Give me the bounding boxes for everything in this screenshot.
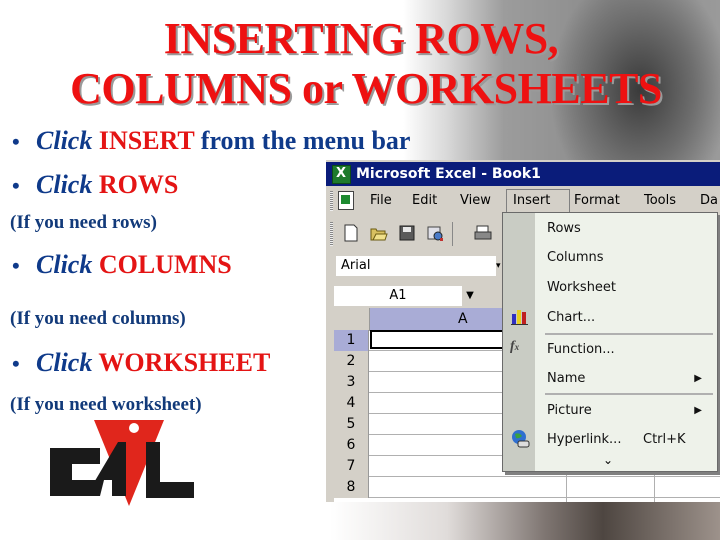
row-header[interactable]: 7 (334, 456, 369, 477)
bullet-worksheet: • Click WORKSHEET (12, 348, 271, 377)
menu-file[interactable]: File (370, 193, 392, 208)
toolbar-separator (452, 222, 453, 246)
bullet-dot: • (12, 129, 20, 154)
bullet-columns: • Click COLUMNS (12, 250, 232, 279)
excel-title-bar[interactable]: Microsoft Excel - Book1 (326, 162, 720, 186)
save-disk-icon[interactable] (398, 224, 416, 242)
standard-toolbar (326, 218, 506, 250)
menu-separator (545, 333, 713, 335)
active-cell-a1[interactable] (370, 330, 512, 349)
row-header[interactable]: 5 (334, 414, 369, 435)
submenu-arrow-icon: ▶ (694, 373, 702, 384)
cal-logo (50, 420, 194, 506)
bullet-insert: • Click INSERT from the menu bar (12, 126, 411, 155)
select-all-corner[interactable] (334, 308, 370, 331)
menu-item-name[interactable]: Name ▶ (547, 368, 712, 390)
hyperlink-globe-icon (512, 430, 530, 448)
menu-view[interactable]: View (460, 193, 491, 208)
excel-app-icon (332, 162, 351, 186)
print-icon[interactable] (474, 224, 492, 242)
bullet-dot: • (12, 351, 20, 376)
title-line-2: COLUMNS or WORKSHEETS (70, 64, 662, 113)
row-header[interactable]: 4 (334, 393, 369, 414)
new-document-icon[interactable] (342, 224, 360, 242)
excel-window-title: Microsoft Excel - Book1 (356, 166, 541, 182)
name-box[interactable]: A1 (334, 286, 462, 306)
name-box-dropdown-arrow[interactable]: ▼ (460, 286, 480, 306)
table-row: 8 (334, 477, 720, 498)
expand-menu-chevron-icon[interactable]: ⌄ (603, 453, 613, 467)
row-header[interactable]: 2 (334, 351, 369, 372)
menu-format[interactable]: Format (574, 193, 620, 208)
menu-item-worksheet[interactable]: Worksheet (547, 277, 712, 299)
row-header[interactable]: 8 (334, 477, 369, 498)
background-photo-bottom (330, 500, 720, 540)
bullet-dot: • (12, 253, 20, 278)
shortcut-text: Ctrl+K (643, 432, 686, 447)
logo-letter-l (146, 442, 194, 498)
menu-item-columns[interactable]: Columns (547, 247, 712, 269)
logo-person-head (129, 423, 139, 433)
open-folder-icon[interactable] (370, 224, 388, 242)
menu-edit[interactable]: Edit (412, 193, 437, 208)
slide-title: INSERTING ROWS, COLUMNS or WORKSHEETS (0, 14, 720, 114)
menu-data[interactable]: Da (700, 193, 718, 208)
note-rows: (If you need rows) (10, 212, 157, 233)
menubar-grip[interactable] (330, 191, 333, 211)
toolbar-grip[interactable] (330, 222, 333, 246)
note-columns: (If you need columns) (10, 308, 186, 329)
bullet-rows: • Click ROWS (12, 170, 179, 199)
menu-item-hyperlink[interactable]: Hyperlink... Ctrl+K (547, 429, 712, 451)
menu-tools[interactable]: Tools (644, 193, 676, 208)
menu-separator (545, 393, 713, 395)
row-header[interactable]: 3 (334, 372, 369, 393)
insert-menu-dropdown: Rows Columns Worksheet Chart... fx Funct… (502, 212, 718, 472)
menu-item-function[interactable]: Function... (547, 339, 712, 361)
menu-item-picture[interactable]: Picture ▶ (547, 400, 712, 422)
bullet-dot: • (12, 173, 20, 198)
workbook-icon[interactable] (338, 191, 354, 210)
menu-insert[interactable]: Insert (513, 193, 550, 208)
menu-item-rows[interactable]: Rows (547, 218, 712, 240)
submenu-arrow-icon: ▶ (694, 405, 702, 416)
title-line-1: INSERTING ROWS, (163, 14, 559, 63)
menu-item-chart[interactable]: Chart... (547, 307, 712, 329)
chart-icon (511, 310, 528, 325)
font-name-box[interactable]: Arial (336, 256, 501, 276)
row-header[interactable]: 6 (334, 435, 369, 456)
note-worksheet: (If you need worksheet) (10, 394, 202, 415)
permission-icon[interactable] (426, 224, 444, 242)
row-header[interactable]: 1 (334, 330, 369, 351)
function-icon: fx (510, 339, 520, 354)
excel-menu-bar: File Edit View Insert Format Tools Da (326, 188, 720, 214)
